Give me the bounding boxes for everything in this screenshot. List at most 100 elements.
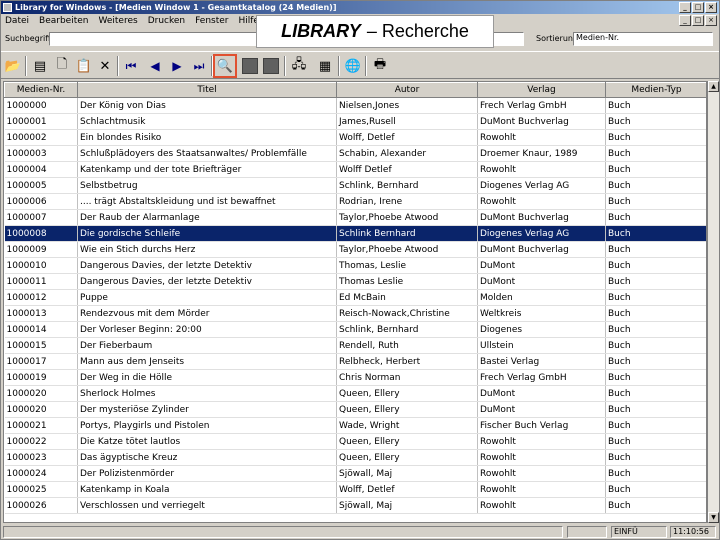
cell-titel[interactable]: Die Katze tötet lautlos bbox=[77, 433, 337, 450]
cell-medien-nr[interactable]: 1000001 bbox=[4, 113, 78, 130]
cell-verlag[interactable]: DuMont bbox=[477, 385, 606, 402]
cell-verlag[interactable]: DuMont Buchverlag bbox=[477, 209, 606, 226]
cell-medien-nr[interactable]: 1000015 bbox=[4, 337, 78, 354]
menu-drucken[interactable]: Drucken bbox=[148, 16, 185, 26]
cell-autor[interactable]: Rendell, Ruth bbox=[336, 337, 478, 354]
cell-autor[interactable]: Thomas Leslie bbox=[336, 273, 478, 290]
cell-medien-typ[interactable]: Buch bbox=[605, 257, 706, 274]
cell-verlag[interactable]: Diogenes bbox=[477, 321, 606, 338]
first-record-icon[interactable]: ⏮ bbox=[122, 57, 140, 75]
cell-medien-nr[interactable]: 1000025 bbox=[4, 481, 78, 498]
cell-verlag[interactable]: Rowohlt bbox=[477, 449, 606, 466]
table-row[interactable]: 1000024 Der Polizistenmörder Sjöwall, Maj R… bbox=[4, 465, 706, 482]
cell-autor[interactable]: Queen, Ellery bbox=[336, 449, 478, 466]
table-row[interactable]: 1000020 Sherlock Holmes Queen, Ellery DuMon… bbox=[4, 385, 706, 402]
open-folder-icon[interactable]: 📂 bbox=[4, 57, 22, 75]
table-row[interactable]: 1000008 Die gordische Schleife Schlink Ber… bbox=[4, 225, 706, 242]
table-row[interactable]: 1000007 Der Raub der Alarmanlage Taylor,Ph… bbox=[4, 209, 706, 226]
cell-verlag[interactable]: DuMont bbox=[477, 273, 606, 290]
cell-medien-typ[interactable]: Buch bbox=[605, 129, 706, 146]
cell-verlag[interactable]: Rowohlt bbox=[477, 129, 606, 146]
cell-medien-nr[interactable]: 1000020 bbox=[4, 385, 78, 402]
cell-medien-nr[interactable]: 1000019 bbox=[4, 369, 78, 386]
table-row[interactable]: 1000002 Ein blondes Risiko Wolff, Detlef Ro… bbox=[4, 129, 706, 146]
previous-record-icon[interactable]: ◀ bbox=[146, 57, 164, 75]
table-row[interactable]: 1000004 Katenkamp und der tote Briefträge… bbox=[4, 161, 706, 178]
mdi-minimize-button[interactable]: _ bbox=[679, 15, 691, 26]
cell-medien-typ[interactable]: Buch bbox=[605, 321, 706, 338]
column-header-medien-typ[interactable]: Medien-Typ bbox=[605, 82, 706, 98]
cell-autor[interactable]: Taylor,Phoebe Atwood bbox=[336, 241, 478, 258]
last-record-icon[interactable]: ⏭ bbox=[190, 57, 208, 75]
cell-titel[interactable]: Portys, Playgirls und Pistolen bbox=[77, 417, 337, 434]
cell-verlag[interactable]: Frech Verlag GmbH bbox=[477, 97, 606, 114]
cell-medien-nr[interactable]: 1000000 bbox=[4, 97, 78, 114]
cell-autor[interactable]: Schlink, Bernhard bbox=[336, 177, 478, 194]
table-row[interactable]: 1000015 Der Fieberbaum Rendell, Ruth Ullste… bbox=[4, 337, 706, 354]
cell-autor[interactable]: James,Rusell bbox=[336, 113, 478, 130]
cell-verlag[interactable]: Diogenes Verlag AG bbox=[477, 177, 606, 194]
cell-medien-typ[interactable]: Buch bbox=[605, 145, 706, 162]
cell-autor[interactable]: Taylor,Phoebe Atwood bbox=[336, 209, 478, 226]
column-header-titel[interactable]: Titel bbox=[77, 82, 337, 98]
properties-icon[interactable]: ▤ bbox=[31, 57, 49, 75]
card-file-icon[interactable]: ▦ bbox=[316, 57, 334, 75]
table-row[interactable]: 1000017 Mann aus dem Jenseits Relbheck, He… bbox=[4, 353, 706, 370]
cell-medien-typ[interactable]: Buch bbox=[605, 193, 706, 210]
cell-titel[interactable]: Der mysteriöse Zylinder bbox=[77, 401, 337, 418]
search-icon[interactable]: 🔍 bbox=[213, 54, 237, 78]
table-row[interactable]: 1000026 Verschlossen und verriegelt Sjöwal… bbox=[4, 497, 706, 514]
cell-medien-typ[interactable]: Buch bbox=[605, 113, 706, 130]
cell-titel[interactable]: Mann aus dem Jenseits bbox=[77, 353, 337, 370]
sort-select[interactable]: Medien-Nr. bbox=[573, 32, 713, 46]
cell-medien-typ[interactable]: Buch bbox=[605, 369, 706, 386]
table-row[interactable]: 1000021 Portys, Playgirls und Pistolen Wad… bbox=[4, 417, 706, 434]
cell-medien-typ[interactable]: Buch bbox=[605, 497, 706, 514]
table-row[interactable]: 1000000 Der König von Dias Nielsen,Jones Fr… bbox=[4, 97, 706, 114]
menu-datei[interactable]: Datei bbox=[5, 16, 29, 26]
cell-medien-nr[interactable]: 1000009 bbox=[4, 241, 78, 258]
cell-titel[interactable]: Verschlossen und verriegelt bbox=[77, 497, 337, 514]
cell-medien-typ[interactable]: Buch bbox=[605, 241, 706, 258]
cell-autor[interactable]: Queen, Ellery bbox=[336, 401, 478, 418]
cell-titel[interactable]: Wie ein Stich durchs Herz bbox=[77, 241, 337, 258]
table-row[interactable]: 1000001 Schlachtmusik James,Rusell DuMont B… bbox=[4, 113, 706, 130]
cell-titel[interactable]: Der Weg in die Hölle bbox=[77, 369, 337, 386]
cell-medien-nr[interactable]: 1000011 bbox=[4, 273, 78, 290]
cell-titel[interactable]: Der Vorleser Beginn: 20:00 bbox=[77, 321, 337, 338]
scroll-up-icon[interactable]: ▲ bbox=[708, 81, 719, 92]
cell-medien-nr[interactable]: 1000008 bbox=[4, 225, 78, 242]
cell-verlag[interactable]: Bastei Verlag bbox=[477, 353, 606, 370]
cell-autor[interactable]: Schabin, Alexander bbox=[336, 145, 478, 162]
cell-medien-typ[interactable]: Buch bbox=[605, 401, 706, 418]
cell-titel[interactable]: Der König von Dias bbox=[77, 97, 337, 114]
cell-medien-typ[interactable]: Buch bbox=[605, 305, 706, 322]
cell-medien-nr[interactable]: 1000014 bbox=[4, 321, 78, 338]
cell-medien-nr[interactable]: 1000026 bbox=[4, 497, 78, 514]
cell-medien-nr[interactable]: 1000007 bbox=[4, 209, 78, 226]
table-row[interactable]: 1000003 Schlußplädoyers des Staatsanwalte… bbox=[4, 145, 706, 162]
cell-verlag[interactable]: Rowohlt bbox=[477, 193, 606, 210]
menu-bearbeiten[interactable]: Bearbeiten bbox=[39, 16, 88, 26]
column-header-verlag[interactable]: Verlag bbox=[477, 82, 606, 98]
cell-titel[interactable]: Das ägyptische Kreuz bbox=[77, 449, 337, 466]
table-row[interactable]: 1000005 Selbstbetrug Schlink, Bernhard Diog… bbox=[4, 177, 706, 194]
cell-autor[interactable]: Wolff, Detlef bbox=[336, 129, 478, 146]
cell-titel[interactable]: Schlußplädoyers des Staatsanwaltes/ Prob… bbox=[77, 145, 337, 162]
table-row[interactable]: 1000010 Dangerous Davies, der letzte Dete… bbox=[4, 257, 706, 274]
menu-weiteres[interactable]: Weiteres bbox=[98, 16, 137, 26]
cell-medien-typ[interactable]: Buch bbox=[605, 385, 706, 402]
cell-medien-nr[interactable]: 1000006 bbox=[4, 193, 78, 210]
cell-autor[interactable]: Wolff, Detlef bbox=[336, 481, 478, 498]
cell-medien-nr[interactable]: 1000020 bbox=[4, 401, 78, 418]
scroll-down-icon[interactable]: ▼ bbox=[708, 512, 719, 523]
cell-medien-nr[interactable]: 1000004 bbox=[4, 161, 78, 178]
cell-medien-typ[interactable]: Buch bbox=[605, 481, 706, 498]
cell-medien-nr[interactable]: 1000022 bbox=[4, 433, 78, 450]
table-row[interactable]: 1000022 Die Katze tötet lautlos Queen, Ell… bbox=[4, 433, 706, 450]
cell-medien-typ[interactable]: Buch bbox=[605, 177, 706, 194]
vertical-scrollbar[interactable]: ▲ ▼ bbox=[707, 81, 719, 523]
table-row[interactable]: 1000014 Der Vorleser Beginn: 20:00 Schlink… bbox=[4, 321, 706, 338]
cell-verlag[interactable]: Molden bbox=[477, 289, 606, 306]
cell-verlag[interactable]: Rowohlt bbox=[477, 481, 606, 498]
